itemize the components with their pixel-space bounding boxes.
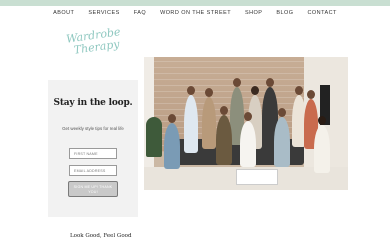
signup-submit-button[interactable]: Sign me up! Thank you! [68, 181, 118, 197]
nav-link-contact[interactable]: Contact [308, 10, 337, 16]
signup-title: Stay in the loop. [53, 98, 133, 108]
nav-link-shop[interactable]: Shop [245, 10, 262, 16]
person-figure [240, 112, 256, 167]
main-nav: About Services FAQ Word on the Street Sh… [0, 6, 390, 19]
hero-team-photo [144, 57, 348, 190]
photo-plant [146, 117, 162, 157]
nav-link-faq[interactable]: FAQ [134, 10, 146, 16]
person-figure [216, 106, 232, 165]
nav-link-services[interactable]: Services [88, 10, 119, 16]
brand-logo[interactable]: Wardrobe Therapy [63, 25, 124, 73]
photo-coffee-table [236, 169, 278, 185]
first-name-field[interactable]: First name [69, 148, 117, 159]
person-figure [164, 114, 180, 169]
person-figure [314, 116, 330, 173]
newsletter-signup-card: Stay in the loop. Get weekly style tips … [48, 80, 138, 217]
nav-link-about[interactable]: About [53, 10, 74, 16]
email-field[interactable]: Email address [69, 165, 117, 176]
footer-tagline: Look Good, Feel Good [70, 233, 132, 239]
nav-link-blog[interactable]: Blog [276, 10, 293, 16]
person-figure [274, 108, 290, 167]
signup-subtitle: Get weekly style tips for real life [62, 126, 124, 131]
nav-link-word-on-the-street[interactable]: Word on the Street [160, 10, 231, 16]
person-figure [184, 86, 198, 153]
person-figure [202, 88, 216, 149]
